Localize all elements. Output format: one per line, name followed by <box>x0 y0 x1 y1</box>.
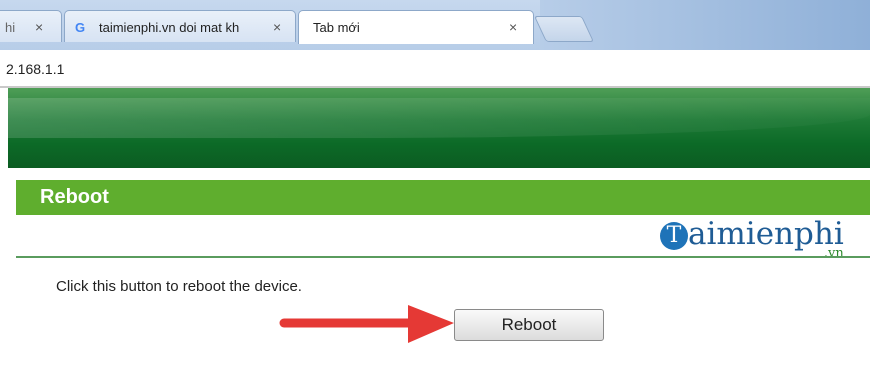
router-header-banner <box>8 88 870 168</box>
tab-previous[interactable]: hi × <box>0 10 62 42</box>
tab-label: taimienphi.vn doi mat kh <box>99 20 240 35</box>
banner-swoosh <box>8 98 870 138</box>
tab-label: hi <box>5 20 16 35</box>
tab-new[interactable]: Tab mới × <box>298 10 534 44</box>
address-text: 2.168.1.1 <box>6 61 65 77</box>
browser-tab-bar: hi × G taimienphi.vn doi mat kh × Tab mớ… <box>0 0 870 50</box>
tab-label: Tab mới <box>313 20 360 35</box>
logo-initial: T <box>660 221 688 250</box>
reboot-button[interactable]: Reboot <box>454 309 604 341</box>
tab-taimienphi[interactable]: G taimienphi.vn doi mat kh × <box>64 10 296 42</box>
section-divider <box>16 256 870 258</box>
close-icon[interactable]: × <box>273 19 281 35</box>
tab-bar-background <box>540 0 870 50</box>
google-icon: G <box>75 20 86 35</box>
section-title-bar: Reboot <box>16 180 870 215</box>
address-bar[interactable]: 2.168.1.1 <box>0 50 870 88</box>
close-icon[interactable]: × <box>35 19 43 35</box>
red-arrow-icon <box>279 305 454 343</box>
taimienphi-logo: Taimienphi .vn <box>660 216 844 261</box>
reboot-description: Click this button to reboot the device. <box>56 278 302 295</box>
logo-text: aimienphi <box>688 216 844 252</box>
logo-suffix: .vn <box>823 246 844 261</box>
close-icon[interactable]: × <box>509 19 517 35</box>
section-title: Reboot <box>40 186 109 208</box>
